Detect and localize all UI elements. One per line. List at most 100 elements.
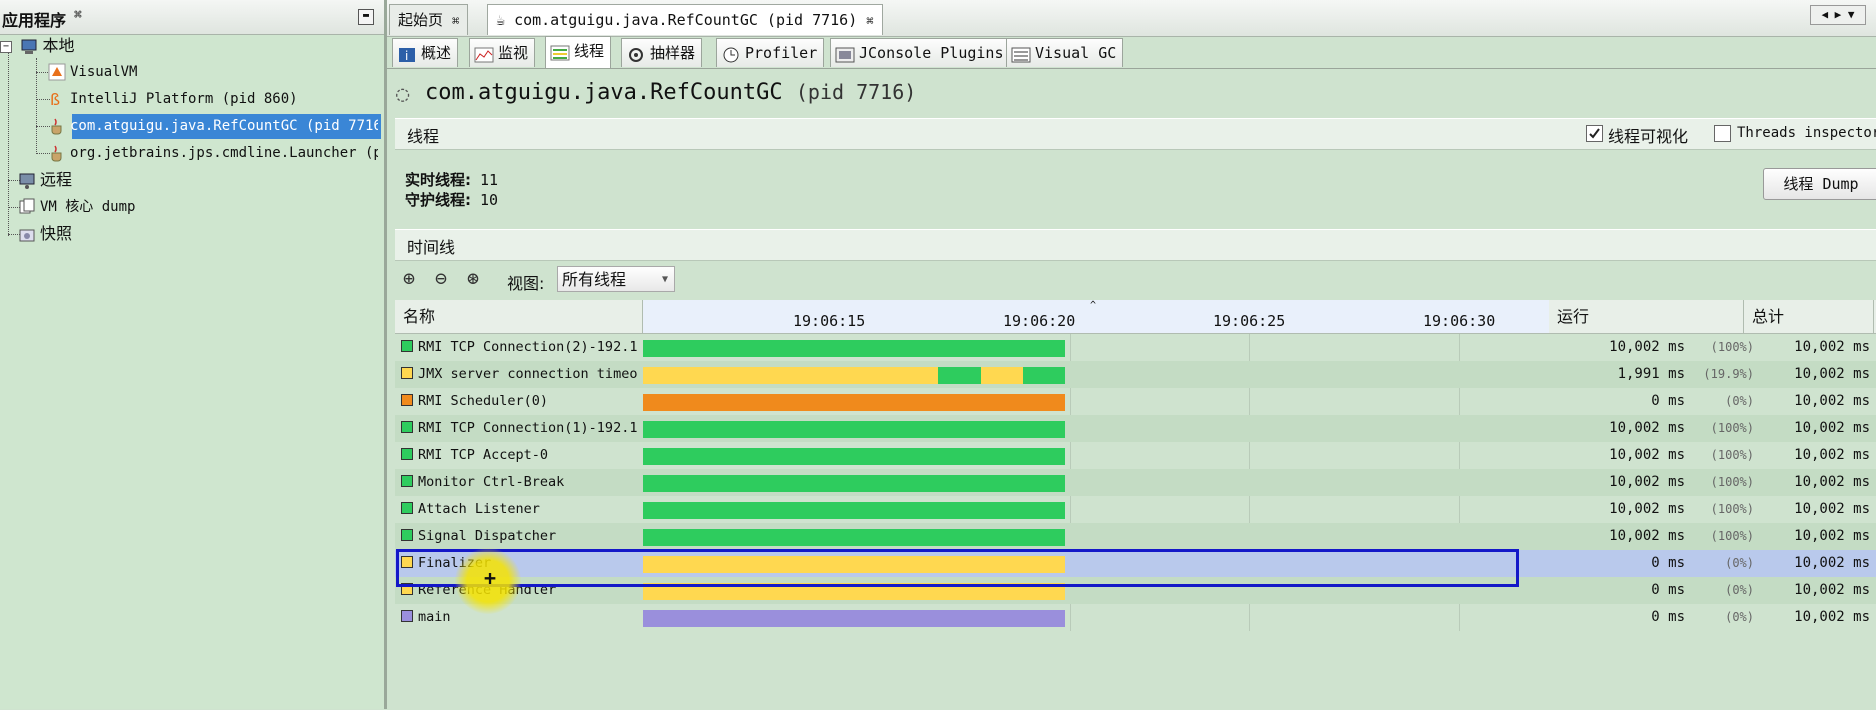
- snapshot-icon: [18, 226, 36, 244]
- run-percent: (19.9%): [1703, 367, 1754, 381]
- table-row[interactable]: RMI TCP Connection(2)-192.1 10,002 ms (100…: [395, 334, 1876, 361]
- tree-node-visualvm[interactable]: VisualVM: [48, 60, 137, 84]
- collapse-icon[interactable]: −: [0, 41, 12, 53]
- tab-sampler[interactable]: 抽样器: [621, 38, 703, 67]
- visualize-threads-label: 线程可视化: [1608, 127, 1689, 146]
- thread-name: JMX server connection timeo: [401, 366, 641, 382]
- tree-node-label: dump: [101, 199, 136, 215]
- tab-threads[interactable]: 线程: [545, 36, 612, 68]
- table-row[interactable]: RMI TCP Accept-0 10,002 ms (100%) 10,002 ms: [395, 442, 1876, 469]
- tree-node-label: 本地: [42, 36, 75, 55]
- visualize-threads-checkbox[interactable]: [1586, 125, 1603, 142]
- thread-state-bar: [643, 448, 1065, 465]
- run-time: 10,002 ms: [1609, 447, 1685, 463]
- thread-state-bar: [643, 394, 1065, 411]
- zoom-out-icon[interactable]: ⊖: [435, 266, 447, 290]
- thread-state-bar: [938, 367, 981, 384]
- visual-gc-icon: [1011, 45, 1031, 63]
- remote-host-icon: [18, 172, 36, 190]
- tree-node-vm-core-dump[interactable]: VM 核心 dump: [18, 195, 135, 219]
- total-time: 10,002 ms: [1794, 528, 1870, 544]
- table-row[interactable]: Signal Dispatcher 10,002 ms (100%) 10,002 m…: [395, 523, 1876, 550]
- thread-name-text: RMI Scheduler(0): [418, 393, 549, 409]
- tree-node-label: 核心: [65, 199, 94, 215]
- tree-node-snapshots[interactable]: 快照: [18, 222, 72, 246]
- computer-icon: [20, 38, 38, 56]
- close-icon[interactable]: ⌘: [866, 14, 873, 28]
- thread-dump-button[interactable]: 线程 Dump: [1763, 168, 1876, 200]
- plugin-icon: [835, 45, 855, 63]
- threads-inspector-checkbox[interactable]: [1714, 125, 1731, 142]
- thread-state-bar: [1022, 367, 1065, 384]
- run-percent: (0%): [1725, 556, 1754, 570]
- tab-start-page[interactable]: 起始页 ⌘: [389, 4, 469, 35]
- tab-jconsole-plugins[interactable]: JConsole Plugins: [830, 38, 1011, 67]
- tab-label: 起始页: [398, 11, 444, 29]
- tab-overview[interactable]: i 概述: [392, 38, 459, 67]
- tab-label: 线程: [574, 42, 605, 60]
- close-icon[interactable]: ⌘: [452, 14, 459, 28]
- run-time: 1,991 ms: [1617, 366, 1685, 382]
- zoom-in-icon[interactable]: ⊕: [403, 266, 415, 290]
- thread-state-swatch: [401, 529, 413, 541]
- run-percent: (0%): [1725, 583, 1754, 597]
- thread-name-text: RMI TCP Accept-0: [418, 447, 549, 463]
- table-row[interactable]: Monitor Ctrl-Break 10,002 ms (100%) 10,002 …: [395, 469, 1876, 496]
- total-time: 10,002 ms: [1794, 609, 1870, 625]
- svg-text:i: i: [405, 49, 408, 63]
- thread-name-text: main: [418, 609, 451, 625]
- tab-monitor[interactable]: 监视: [469, 38, 536, 67]
- visualvm-icon: [48, 63, 66, 81]
- thread-state-bar: [643, 502, 1065, 519]
- column-header-run[interactable]: 运行: [1549, 300, 1744, 333]
- column-header-name[interactable]: 名称: [395, 300, 643, 333]
- run-percent: (100%): [1710, 421, 1754, 435]
- run-percent: (100%): [1710, 340, 1754, 354]
- thread-name-text: Signal Dispatcher: [418, 528, 557, 544]
- thread-state-swatch: [401, 610, 413, 622]
- tab-scroll-arrows[interactable]: ◀ ▶ ▼: [1810, 5, 1866, 25]
- minimize-button[interactable]: ▬: [358, 9, 374, 25]
- daemon-threads-value: 10: [480, 191, 499, 209]
- thread-state-swatch: [401, 340, 413, 352]
- time-tick: 19:06:15: [793, 312, 866, 330]
- view-label: 视图:: [507, 274, 545, 293]
- table-row[interactable]: JMX server connection timeo 1,991 ms (19.9…: [395, 361, 1876, 388]
- tab-visual-gc[interactable]: Visual GC: [1006, 38, 1124, 67]
- column-header-total[interactable]: 总计: [1744, 300, 1874, 333]
- daemon-threads-label: 守护线程:: [405, 191, 471, 209]
- java-icon: ß: [48, 90, 66, 109]
- view-select[interactable]: 所有线程 ▼: [557, 266, 675, 292]
- tab-refcountgc[interactable]: ☕ com.atguigu.java.RefCountGC (pid 7716)…: [487, 4, 883, 35]
- tab-profiler[interactable]: Profiler: [716, 38, 825, 67]
- thread-name-text: Attach Listener: [418, 501, 540, 517]
- threads-section-header: 线程 线程可视化 Threads inspector: [395, 118, 1876, 150]
- tree-node-label: org.jetbrains.jps.cmdline.Launcher (pid: [70, 145, 378, 161]
- thread-name-text: Monitor Ctrl-Break: [418, 474, 565, 490]
- table-row[interactable]: RMI Scheduler(0) 0 ms (0%) 10,002 ms: [395, 388, 1876, 415]
- run-time: 0 ms: [1651, 393, 1685, 409]
- thread-stats: 实时线程: 11 守护线程: 10: [405, 170, 498, 210]
- tab-label: Profiler: [745, 44, 818, 62]
- run-percent: (100%): [1710, 529, 1754, 543]
- zoom-fit-icon[interactable]: ⊛: [467, 266, 479, 290]
- tree-node-intellij[interactable]: ß IntelliJ Platform (pid 860): [48, 87, 298, 111]
- time-tick: 19:06:20: [1003, 312, 1076, 330]
- table-row[interactable]: RMI TCP Connection(1)-192.1 10,002 ms (100…: [395, 415, 1876, 442]
- total-time: 10,002 ms: [1794, 582, 1870, 598]
- close-icon[interactable]: ⌘: [74, 8, 82, 23]
- thread-name: RMI TCP Connection(1)-192.1: [401, 420, 641, 436]
- tree-node-launcher[interactable]: org.jetbrains.jps.cmdline.Launcher (pid: [48, 141, 378, 165]
- table-row[interactable]: Attach Listener 10,002 ms (100%) 10,002 ms: [395, 496, 1876, 523]
- tree-node-local[interactable]: − 本地: [0, 34, 74, 58]
- applications-panel-title: 应用程序: [2, 11, 67, 30]
- table-row[interactable]: main 0 ms (0%) 10,002 ms: [395, 604, 1876, 631]
- document-tab-bar: 起始页 ⌘ ☕ com.atguigu.java.RefCountGC (pid…: [387, 0, 1876, 37]
- thread-name-text: RMI TCP Connection(2)-192.1: [418, 339, 638, 355]
- svg-text:ß: ß: [50, 90, 60, 108]
- tab-label: 监视: [498, 44, 529, 62]
- tree-node-refcountgc[interactable]: com.atguigu.java.RefCountGC (pid 7716): [48, 114, 378, 138]
- tree-node-remote[interactable]: 远程: [18, 168, 72, 192]
- loading-spinner-icon: ◌: [396, 82, 410, 107]
- thread-name: RMI TCP Connection(2)-192.1: [401, 339, 641, 355]
